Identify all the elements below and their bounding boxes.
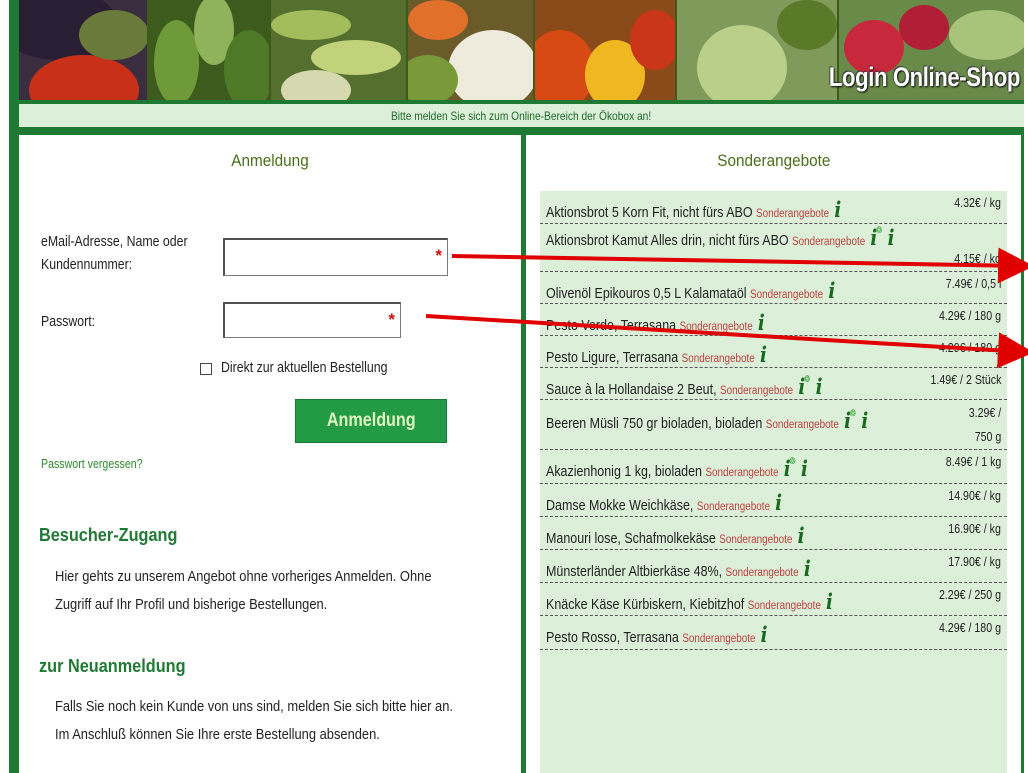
arrow-to-email-field: [451, 247, 1028, 284]
arrow-to-password-field: [425, 314, 1028, 369]
annotation-arrows: [425, 247, 1028, 369]
